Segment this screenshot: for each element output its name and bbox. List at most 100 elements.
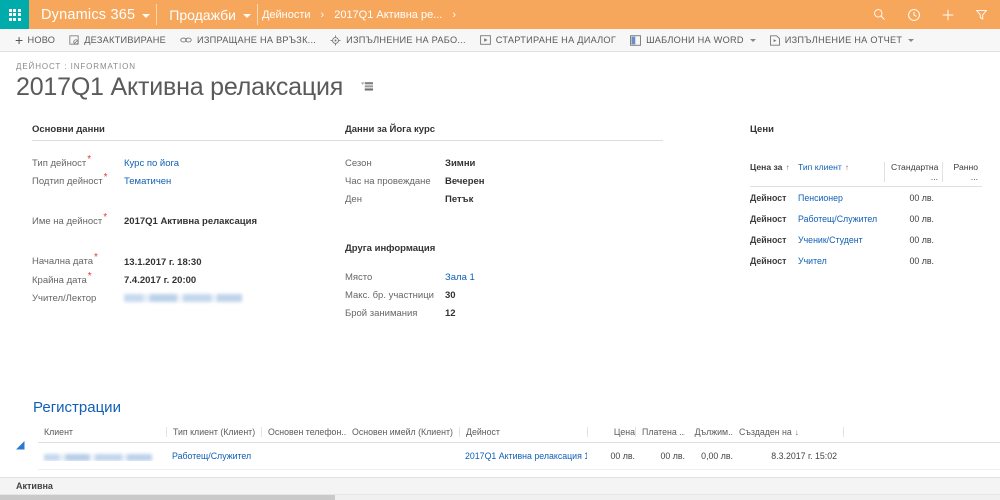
grid-expander-icon[interactable]: [16, 437, 26, 455]
chevron-down-icon: [242, 13, 251, 18]
field-max-participants[interactable]: Макс. бр. участници 30: [345, 287, 750, 305]
chevron-down-icon: [908, 38, 915, 42]
col-activity[interactable]: Дейност: [459, 427, 587, 437]
field-value[interactable]: Зимни: [445, 155, 475, 173]
quick-create-icon[interactable]: [939, 6, 956, 23]
registrations-header-row: Клиент Тип клиент (Клиент) Основен телеф…: [38, 427, 1000, 443]
field-label: Име на дейност: [32, 216, 103, 228]
command-new[interactable]: + НОВО: [8, 29, 62, 51]
client-type-cell[interactable]: Ученик/Студент: [798, 235, 884, 245]
redacted-client-name: [44, 453, 152, 461]
col-paid[interactable]: Платена ...: [635, 427, 685, 437]
field-value[interactable]: Зала 1: [445, 269, 475, 287]
field-label: Начална дата: [32, 256, 94, 268]
col-price[interactable]: Цена: [587, 427, 635, 437]
field-time-of-day[interactable]: Час на провеждане Вечерен: [345, 173, 750, 191]
field-label: Сезон: [345, 158, 372, 169]
field-value[interactable]: 30: [445, 287, 456, 305]
prices-column-standard[interactable]: Стандартна ...: [884, 162, 942, 182]
field-value[interactable]: Вечерен: [445, 173, 485, 191]
early-price-cell: [942, 235, 982, 245]
scrollbar-thumb[interactable]: [0, 495, 335, 500]
field-end-date[interactable]: Крайна дата* 7.4.2017 г. 20:00: [32, 270, 345, 290]
prices-column-early[interactable]: Ранно ...: [942, 162, 982, 182]
command-label: НОВО: [27, 35, 56, 45]
field-teacher[interactable]: Учител/Лектор: [32, 290, 345, 308]
field-value[interactable]: Петък: [445, 191, 473, 209]
field-start-date[interactable]: Начална дата* 13.1.2017 г. 18:30: [32, 253, 345, 271]
command-run-report[interactable]: ИЗПЪЛНЕНИЕ НА ОТЧЕТ: [763, 29, 921, 51]
breadcrumb-item-record[interactable]: 2017Q1 Активна ре...: [330, 9, 446, 21]
command-send-link[interactable]: ИЗПРАЩАНЕ НА ВРЪЗК...: [173, 29, 323, 51]
col-client-type[interactable]: Тип клиент (Клиент): [166, 427, 261, 437]
command-label: ИЗПЪЛНЕНИЕ НА РАБО...: [346, 35, 466, 45]
command-label: ШАБЛОНИ НА WORD: [646, 35, 744, 45]
cell-paid: 00 лв.: [660, 451, 685, 461]
field-label: Брой занимания: [345, 308, 418, 319]
cell-client-type[interactable]: Работещ/Служител: [166, 451, 261, 461]
col-phone[interactable]: Основен телефон..: [261, 427, 346, 437]
prices-subgrid: Цена за ↑ Тип клиент ↑ Стандартна ... Ранн…: [750, 162, 982, 271]
chevron-down-icon: [142, 13, 151, 18]
prices-row[interactable]: Дейност Ученик/Студент 00 лв.: [750, 229, 982, 250]
horizontal-scrollbar[interactable]: [0, 494, 1000, 500]
standard-price-cell: 00 лв.: [909, 235, 934, 245]
field-activity-type[interactable]: Тип дейност* Курс по йога: [32, 155, 345, 173]
early-price-cell: [942, 193, 982, 203]
field-value[interactable]: 12: [445, 305, 456, 323]
prices-row[interactable]: Дейност Учител 00 лв.: [750, 250, 982, 271]
prices-row[interactable]: Дейност Пенсионер 00 лв.: [750, 187, 982, 208]
col-email[interactable]: Основен имейл (Клиент): [346, 427, 459, 437]
field-activity-subtype[interactable]: Подтип дейност* Тематичен: [32, 173, 345, 191]
section-heading: Данни за Йога курс: [345, 124, 663, 141]
command-run-workflow[interactable]: ИЗПЪЛНЕНИЕ НА РАБО...: [323, 29, 473, 51]
prices-column-client-type[interactable]: Тип клиент ↑: [798, 162, 884, 182]
command-word-templates[interactable]: ШАБЛОНИ НА WORD: [623, 29, 763, 51]
app-module-label: Продажби: [169, 6, 236, 23]
field-value[interactable]: Тематичен: [124, 173, 171, 191]
command-start-dialog[interactable]: СТАРТИРАНЕ НА ДИАЛОГ: [473, 29, 623, 51]
record-header: ДЕЙНОСТ : INFORMATION 2017Q1 Активна рел…: [0, 52, 1000, 102]
client-type-cell[interactable]: Работещ/Служител: [798, 214, 884, 224]
col-client[interactable]: Клиент: [38, 427, 166, 437]
field-activity-name[interactable]: Име на дейност* 2017Q1 Активна релаксаци…: [32, 213, 345, 231]
filter-icon[interactable]: [973, 6, 990, 23]
cell-activity[interactable]: 2017Q1 Активна релаксация 1: [459, 451, 587, 461]
breadcrumb-item-entity[interactable]: Дейности: [258, 9, 315, 21]
brand-menu[interactable]: Dynamics 365: [29, 0, 156, 29]
field-session-count[interactable]: Брой занимания 12: [345, 305, 750, 323]
prices-row[interactable]: Дейност Работещ/Служител 00 лв.: [750, 208, 982, 229]
search-icon[interactable]: [871, 6, 888, 23]
field-value[interactable]: 7.4.2017 г. 20:00: [124, 272, 196, 290]
chevron-down-icon: [749, 38, 756, 42]
section-heading: Основни данни: [32, 124, 345, 141]
prices-column-price-for[interactable]: Цена за ↑: [750, 162, 798, 182]
command-bar: + НОВО ДЕЗАКТИВИРАНЕ ИЗПРАЩАНЕ НА ВРЪЗК.…: [0, 29, 1000, 52]
app-launcher-button[interactable]: [0, 0, 29, 29]
form-selector-icon[interactable]: [361, 81, 374, 93]
field-location[interactable]: Място Зала 1: [345, 269, 750, 287]
registrations-heading[interactable]: Регистрации: [0, 399, 1000, 416]
recent-history-icon[interactable]: [905, 6, 922, 23]
client-type-cell[interactable]: Учител: [798, 256, 884, 266]
field-day[interactable]: Ден Петък: [345, 191, 750, 209]
run-workflow-icon: [330, 35, 341, 46]
table-row[interactable]: Работещ/Служител 2017Q1 Активна релаксац…: [38, 443, 1000, 470]
field-value[interactable]: 2017Q1 Активна релаксация: [124, 213, 257, 231]
field-value-redacted[interactable]: [124, 290, 242, 308]
col-created-on[interactable]: Създаден на ↓: [733, 427, 843, 437]
field-value[interactable]: 13.1.2017 г. 18:30: [124, 254, 201, 272]
brand-label: Dynamics 365: [41, 6, 136, 23]
send-link-icon: [180, 35, 192, 45]
field-value[interactable]: Курс по йога: [124, 155, 179, 173]
prices-header-row: Цена за ↑ Тип клиент ↑ Стандартна ... Ранн…: [750, 162, 982, 187]
client-type-cell[interactable]: Пенсионер: [798, 193, 884, 203]
required-marker: *: [87, 270, 92, 282]
col-due[interactable]: Дължим..: [685, 427, 733, 437]
command-label: СТАРТИРАНЕ НА ДИАЛОГ: [495, 35, 617, 45]
field-season[interactable]: Сезон Зимни: [345, 155, 750, 173]
title-row: 2017Q1 Активна релаксация: [16, 72, 1000, 102]
required-marker: *: [103, 212, 108, 224]
app-module-menu[interactable]: Продажби: [157, 0, 257, 29]
command-deactivate[interactable]: ДЕЗАКТИВИРАНЕ: [62, 29, 173, 51]
